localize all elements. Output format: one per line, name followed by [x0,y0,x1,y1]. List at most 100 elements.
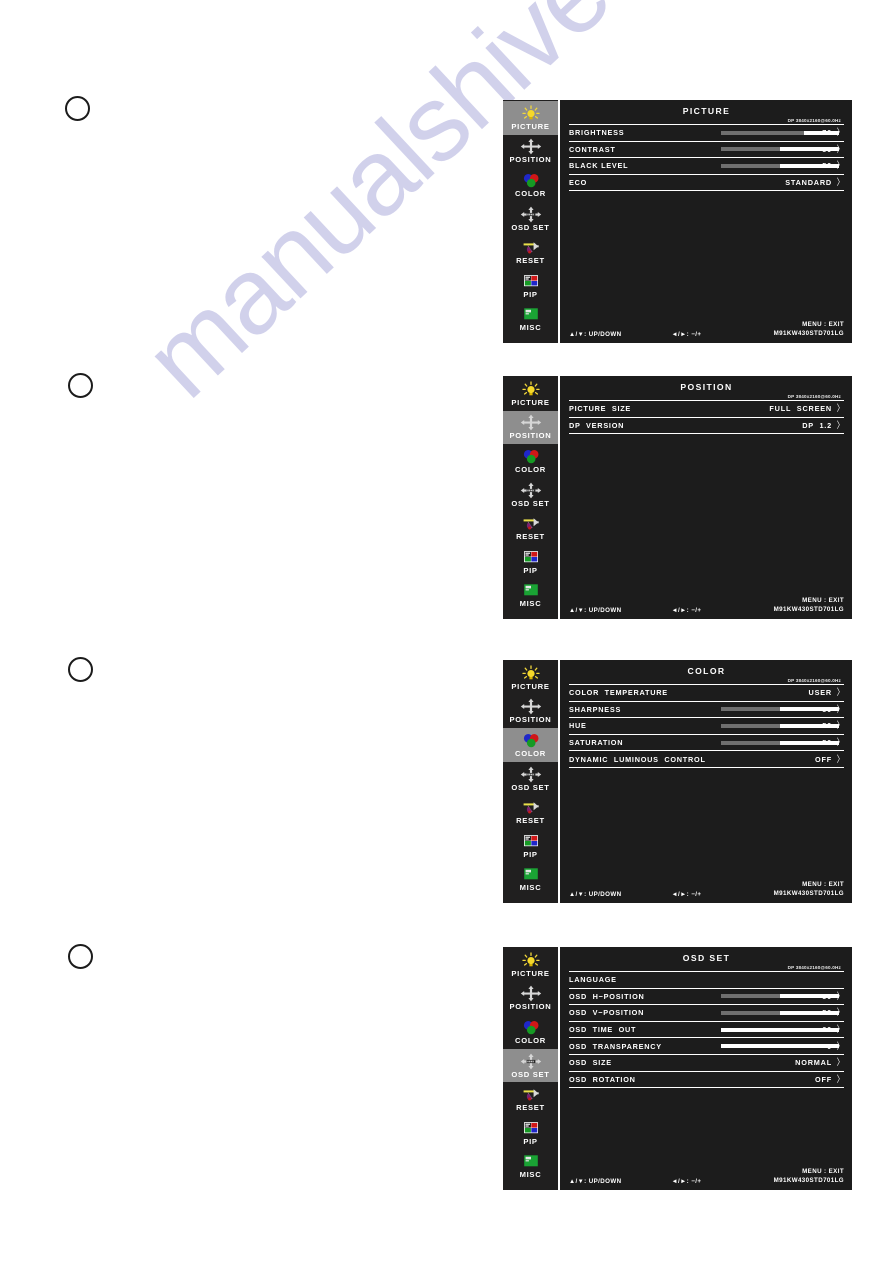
sidebar-item-picture[interactable]: PICTURE [503,948,558,982]
osd-slider[interactable] [721,707,839,712]
sidebar-item-reset[interactable]: RESET [503,511,558,545]
osd-slider[interactable] [721,1027,839,1032]
sidebar-item-reset[interactable]: RESET [503,795,558,829]
osd-title: OSD SET [682,953,731,963]
osd-slider[interactable] [721,130,839,135]
picture-panel: PICTURE POSITION COLOR OSD SET RESET PIP… [503,100,852,343]
chevron-right-icon[interactable]: 〉 [837,1074,844,1084]
osd-menu-row[interactable]: SHARPNESS50〉 [569,702,844,719]
chevron-right-icon[interactable]: 〉 [837,991,844,1001]
osd-slider[interactable] [721,723,839,728]
sidebar-item-label: MISC [519,883,542,893]
sidebar-item-picture[interactable]: PICTURE [503,377,558,411]
osd-menu-rows: LANGUAGE OSD H−POSITION50〉OSD V−POSITION5… [569,972,844,1089]
sidebar-item-color[interactable]: COLOR [503,168,558,202]
osd-menu-row[interactable]: SATURATION50〉 [569,735,844,752]
chevron-right-icon[interactable]: 〉 [837,1041,844,1051]
osd-row-label: DYNAMIC LUMINOUS CONTROL [569,754,706,764]
osd-row-label: ECO [569,178,588,188]
osd-slider-fill [721,740,780,745]
chevron-right-icon[interactable]: 〉 [837,144,844,154]
osd-row-label: BRIGHTNESS [569,128,625,138]
sidebar-item-position[interactable]: POSITION [503,695,558,729]
osd-menu-row[interactable]: DP VERSION DP 1.2 〉 [569,418,844,435]
osd-footer: ▲/▼: UP/DOWN ◄/►: −/+ MENU : EXIT M91KW430S… [569,321,844,338]
osd-menu-row[interactable]: BLACK LEVEL50〉 [569,158,844,175]
sidebar-item-position[interactable]: POSITION [503,410,558,445]
footer-menu-exit: MENU : EXIT [802,881,844,889]
osd-row-right: DP 1.2 〉 [802,420,844,430]
sidebar-item-osd-set[interactable]: OSD SET [503,762,558,796]
osd-menu-row[interactable]: CONTRAST50〉 [569,142,844,159]
osd-row-value: FULL SCREEN [769,404,832,414]
sidebar-item-osd-set[interactable]: OSD SET [503,1048,558,1083]
sidebar-item-misc[interactable]: MISC [503,303,558,337]
sidebar-item-position[interactable]: POSITION [503,982,558,1016]
osd-menu-row[interactable]: OSD SIZE NORMAL 〉 [569,1055,844,1072]
chevron-right-icon[interactable]: 〉 [837,404,844,413]
sidebar-item-pip[interactable]: PIP [503,829,558,863]
osd-menu-row[interactable]: COLOR TEMPERATURE USER 〉 [569,685,844,702]
input-resolution-label: DP 3840x2160@60.0Hz [787,965,841,970]
lightbulb-icon [520,105,542,122]
sidebar-item-misc[interactable]: MISC [503,1150,558,1184]
osd-menu-row[interactable]: LANGUAGE [569,972,844,989]
osd-main: COLOR DP 3840x2160@60.0Hz COLOR TEMPERATUR… [560,660,852,903]
osd-menu-row[interactable]: BRIGHTNESS70〉 [569,125,844,142]
sidebar-item-color[interactable]: COLOR [503,444,558,478]
chevron-right-icon[interactable]: 〉 [837,420,844,430]
osd-slider[interactable] [721,1044,839,1049]
osd-slider[interactable] [721,994,839,999]
osd-slider[interactable] [721,740,839,745]
osd-row-label: OSD SIZE [569,1058,612,1068]
sidebar-item-color[interactable]: COLOR [503,728,558,762]
sidebar-item-osd-set[interactable]: OSD SET [503,478,558,512]
sidebar-item-label: RESET [516,816,545,826]
osd-sidebar: PICTURE POSITION COLOR OSD SET RESET PIP… [503,376,560,619]
sidebar-item-position[interactable]: POSITION [503,135,558,169]
osd-set-panel: PICTURE POSITION COLOR OSD SET RESET PIP… [503,947,852,1190]
osd-slider[interactable] [721,147,839,152]
sidebar-item-label: PIP [523,1136,538,1146]
sidebar-item-misc[interactable]: MISC [503,579,558,613]
chevron-right-icon[interactable]: 〉 [837,128,844,137]
sidebar-item-pip[interactable]: PIP [503,269,558,303]
chevron-right-icon[interactable]: 〉 [837,688,844,697]
osd-menu-row[interactable]: PICTURE SIZE FULL SCREEN 〉 [569,401,844,418]
sidebar-item-reset[interactable]: RESET [503,1082,558,1116]
osd-menu-row[interactable]: DYNAMIC LUMINOUS CONTROL OFF 〉 [569,751,844,768]
chevron-right-icon[interactable]: 〉 [837,721,844,730]
sidebar-item-picture[interactable]: PICTURE [503,661,558,695]
sidebar-item-osd-set[interactable]: OSD SET [503,202,558,236]
sidebar-item-misc[interactable]: MISC [503,863,558,897]
osd-slider[interactable] [721,1010,839,1015]
osd-menu-row[interactable]: ECO STANDARD 〉 [569,175,844,192]
chevron-right-icon[interactable]: 〉 [837,178,844,187]
chevron-right-icon[interactable]: 〉 [837,704,844,714]
chevron-right-icon[interactable]: 〉 [837,1058,844,1067]
chevron-right-icon[interactable]: 〉 [837,1025,844,1034]
chevron-right-icon[interactable]: 〉 [837,754,844,764]
footer-plusminus-hint: ◄/►: −/+ [671,331,702,338]
four-arrows-icon [520,985,542,1002]
chevron-right-icon[interactable]: 〉 [837,161,844,170]
osd-menu-row[interactable]: OSD H−POSITION50〉 [569,989,844,1006]
osd-menu-row[interactable]: HUE50〉 [569,718,844,735]
osd-menu-row[interactable]: OSD ROTATION OFF 〉 [569,1072,844,1089]
osd-menu-row[interactable]: OSD TIME OUT60〉 [569,1022,844,1039]
osd-sidebar: PICTURE POSITION COLOR OSD SET RESET PIP… [503,100,560,343]
osd-slider[interactable] [721,163,839,168]
osd-menu-row[interactable]: OSD TRANSPARENCY0〉 [569,1038,844,1055]
chevron-right-icon[interactable]: 〉 [837,1008,844,1017]
chevron-right-icon[interactable]: 〉 [837,738,844,747]
misc-screen-icon [520,1153,542,1170]
sidebar-item-reset[interactable]: RESET [503,235,558,269]
osd-row-right: USER 〉 [809,688,844,698]
sidebar-item-pip[interactable]: PIP [503,545,558,579]
osd-menu-row[interactable]: OSD V−POSITION50〉 [569,1005,844,1022]
sidebar-item-picture[interactable]: PICTURE [503,101,558,135]
footer-updown-hint: ▲/▼: UP/DOWN [569,891,622,898]
sidebar-item-color[interactable]: COLOR [503,1015,558,1049]
sidebar-item-pip[interactable]: PIP [503,1116,558,1150]
sidebar-item-label: PIP [523,849,538,859]
